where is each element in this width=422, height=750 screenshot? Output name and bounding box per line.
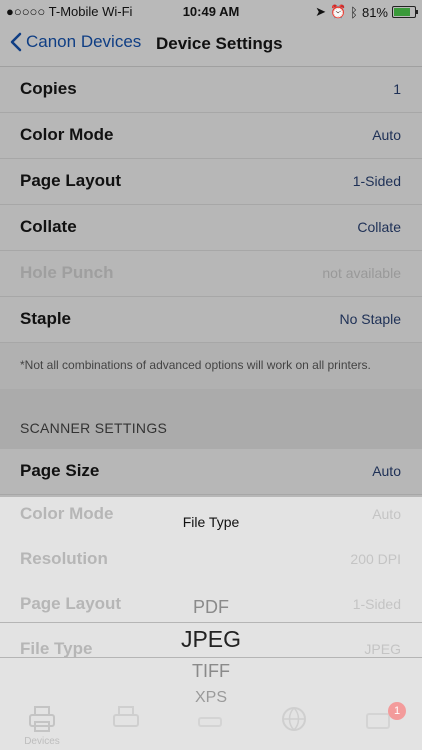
picker-selection-bottom-line	[0, 657, 422, 658]
battery-icon	[392, 6, 418, 18]
battery-percent: 81%	[361, 4, 388, 20]
page-title: Device Settings	[156, 34, 283, 53]
tab-web[interactable]	[252, 700, 336, 750]
setting-row-copies[interactable]: Copies 1	[0, 67, 422, 113]
setting-row-resolution: Resolution 200 DPI	[0, 537, 422, 582]
options-footnote: *Not all combinations of advanced option…	[0, 343, 422, 389]
tab-inbox[interactable]: 1	[336, 700, 420, 750]
tab-print[interactable]	[84, 700, 168, 750]
alarm-icon: ⏰	[329, 4, 347, 19]
setting-value: 1-Sided	[352, 173, 401, 189]
setting-row-page-size[interactable]: Page Size Auto	[0, 449, 422, 495]
chevron-left-icon	[10, 32, 22, 52]
tab-devices[interactable]: Devices	[0, 700, 84, 750]
setting-value: No Staple	[339, 311, 401, 327]
setting-row-color-mode[interactable]: Color Mode Auto	[0, 113, 422, 159]
bluetooth-icon: ᛒ	[350, 4, 358, 20]
setting-value: 1	[393, 81, 401, 97]
setting-value: Auto	[372, 127, 401, 143]
setting-row-page-layout[interactable]: Page Layout 1-Sided	[0, 159, 422, 205]
setting-label: Hole Punch	[20, 263, 114, 282]
notification-badge: 1	[388, 702, 406, 720]
setting-label: Copies	[20, 79, 77, 98]
back-button-label: Canon Devices	[26, 32, 142, 51]
setting-label: Page Layout	[20, 171, 122, 190]
picker-option[interactable]: TIFF	[0, 661, 422, 682]
footnote-text: *Not all combinations of advanced option…	[20, 358, 371, 372]
picker-selection-top-line	[0, 622, 422, 623]
setting-label: Collate	[20, 217, 77, 236]
document-icon	[113, 706, 139, 727]
tab-label: Devices	[24, 736, 60, 747]
setting-label: Page Size	[20, 461, 100, 480]
printer-icon	[29, 706, 55, 732]
tab-bar: Devices 1	[0, 700, 422, 750]
status-right: ➤ ⏰ ᛒ 81%	[315, 4, 418, 20]
status-bar: ●○○○○ T-Mobile Wi-Fi 10:49 AM ➤ ⏰ ᛒ 81%	[0, 0, 422, 22]
picker-title: File Type	[182, 514, 240, 530]
setting-value: Auto	[372, 463, 401, 479]
setting-label: Color Mode	[20, 125, 114, 144]
setting-label: Staple	[20, 309, 72, 328]
setting-label: Resolution	[20, 549, 108, 568]
back-button[interactable]: Canon Devices	[10, 32, 141, 52]
setting-row-hole-punch: Hole Punch not available	[0, 251, 422, 297]
settings-list: Copies 1 Color Mode Auto Page Layout 1-S…	[0, 67, 422, 495]
picker-option-selected[interactable]: JPEG	[0, 626, 422, 653]
scanner-section-header: SCANNER SETTINGS	[0, 389, 422, 449]
setting-value: 200 DPI	[350, 551, 401, 567]
section-title: SCANNER SETTINGS	[20, 420, 168, 436]
scanner-icon	[198, 717, 222, 727]
setting-row-staple[interactable]: Staple No Staple	[0, 297, 422, 343]
setting-value: Collate	[357, 219, 401, 235]
navigation-bar: Canon Devices Device Settings	[0, 22, 422, 67]
setting-row-collate[interactable]: Collate Collate	[0, 205, 422, 251]
tab-scan[interactable]	[168, 700, 252, 750]
picker-option[interactable]: PDF	[0, 597, 422, 618]
location-icon: ➤	[315, 4, 326, 19]
globe-icon	[282, 707, 306, 731]
setting-value: not available	[322, 265, 401, 281]
